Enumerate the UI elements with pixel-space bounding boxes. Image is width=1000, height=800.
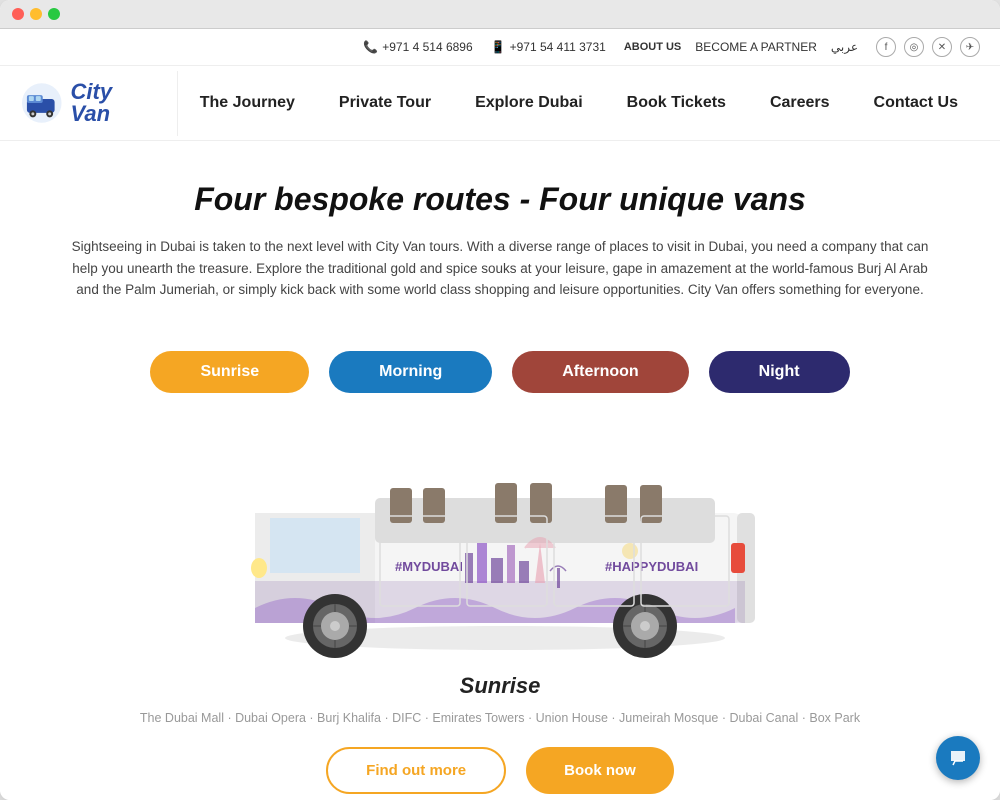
tab-afternoon[interactable]: Afternoon — [512, 351, 688, 393]
van-stops: The Dubai Mall · Dubai Opera · Burj Khal… — [140, 707, 860, 730]
nav-link-careers[interactable]: Careers — [748, 66, 852, 140]
van-tour-label: Sunrise — [460, 673, 541, 699]
nav-link-book-tickets[interactable]: Book Tickets — [605, 66, 748, 140]
about-link[interactable]: ABOUT US — [624, 41, 681, 53]
phone1-link[interactable]: +971 4 514 6896 — [382, 40, 472, 54]
cta-buttons: Find out more Book now — [326, 747, 674, 794]
van-image: #MYDUBAI #HAPPYDUBAI — [175, 413, 825, 663]
page-content: 📞 +971 4 514 6896 📱 +971 54 411 3731 ABO… — [0, 29, 1000, 800]
minimize-button[interactable] — [30, 8, 42, 20]
find-out-more-button[interactable]: Find out more — [326, 747, 506, 794]
logo-van-icon — [20, 81, 65, 126]
nav-link-private-tour[interactable]: Private Tour — [317, 66, 453, 140]
maximize-button[interactable] — [48, 8, 60, 20]
instagram-icon[interactable]: ◎ — [904, 37, 924, 57]
book-now-button[interactable]: Book now — [526, 747, 674, 794]
phone1-container: 📞 +971 4 514 6896 — [363, 40, 472, 54]
logo-area: City Van — [20, 71, 178, 136]
navigation-links: The Journey Private Tour Explore Dubai B… — [178, 66, 980, 140]
chat-icon — [947, 747, 969, 769]
svg-text:#MYDUBAI: #MYDUBAI — [395, 559, 463, 574]
tab-sunrise[interactable]: Sunrise — [150, 351, 309, 393]
logo: City Van — [20, 81, 157, 126]
top-bar: 📞 +971 4 514 6896 📱 +971 54 411 3731 ABO… — [0, 29, 1000, 66]
social-icons-container: f ◎ ✕ ✈ — [876, 37, 980, 57]
phone2-link[interactable]: +971 54 411 3731 — [510, 40, 606, 54]
close-button[interactable] — [12, 8, 24, 20]
svg-text:#HAPPYDUBAI: #HAPPYDUBAI — [605, 559, 698, 574]
nav-link-the-journey[interactable]: The Journey — [178, 66, 317, 140]
chat-bubble[interactable] — [936, 736, 980, 780]
tab-night[interactable]: Night — [709, 351, 850, 393]
tour-tabs: Sunrise Morning Afternoon Night — [0, 321, 1000, 403]
hero-title: Four bespoke routes - Four unique vans — [60, 181, 940, 218]
phone-icon: 📞 — [363, 40, 378, 54]
twitter-icon[interactable]: ✕ — [932, 37, 952, 57]
hero-description: Sightseeing in Dubai is taken to the nex… — [60, 236, 940, 301]
top-bar-links: ABOUT US BECOME A PARTNER عربي — [624, 40, 858, 54]
nav-link-contact-us[interactable]: Contact Us — [852, 66, 980, 140]
nav-link-explore-dubai[interactable]: Explore Dubai — [453, 66, 605, 140]
van-section: #MYDUBAI #HAPPYDUBAI — [0, 403, 1000, 800]
main-nav: City Van The Journey Private Tour Explor… — [0, 66, 1000, 141]
partner-link[interactable]: BECOME A PARTNER — [695, 40, 817, 54]
arabic-link[interactable]: عربي — [831, 40, 858, 54]
tab-morning[interactable]: Morning — [329, 351, 492, 393]
facebook-icon[interactable]: f — [876, 37, 896, 57]
van-illustration: #MYDUBAI #HAPPYDUBAI — [175, 413, 825, 663]
hero-section: Four bespoke routes - Four unique vans S… — [0, 141, 1000, 321]
browser-chrome — [0, 0, 1000, 29]
phone2-container: 📱 +971 54 411 3731 — [491, 40, 606, 54]
mobile-icon: 📱 — [491, 40, 506, 54]
logo-brand-name: City Van — [71, 81, 157, 125]
logo-text-container: City Van — [71, 81, 157, 125]
tripadvisor-icon[interactable]: ✈ — [960, 37, 980, 57]
